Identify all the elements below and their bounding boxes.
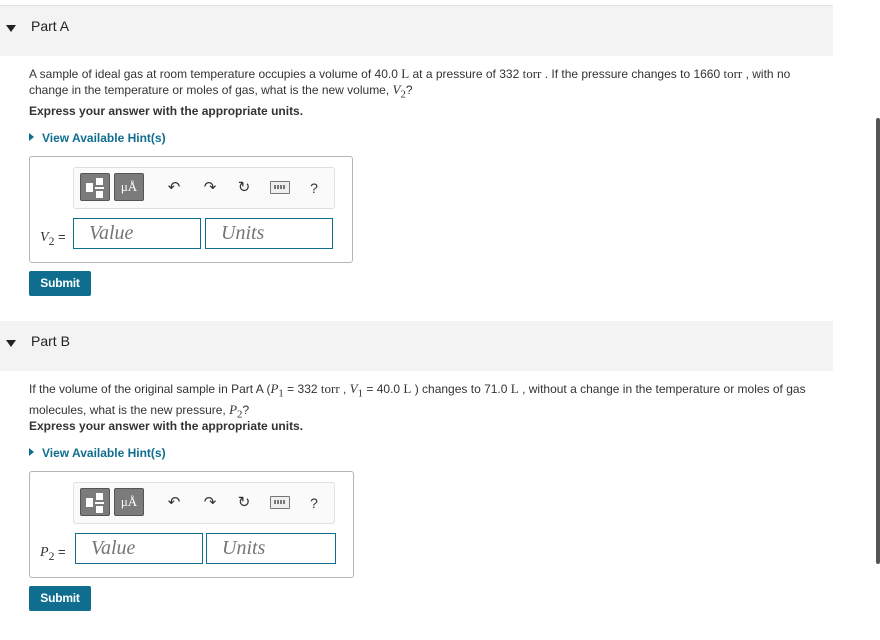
collapse-caret-icon[interactable] xyxy=(6,25,16,32)
reset-icon[interactable]: ↻ xyxy=(234,493,254,513)
part-a-question: A sample of ideal gas at room temperatur… xyxy=(29,66,791,101)
page-scrollbar[interactable] xyxy=(876,118,880,564)
part-a-toolbar: μÅ ↶ ↷ ↻ ? xyxy=(73,167,335,209)
reset-icon[interactable]: ↻ xyxy=(234,178,254,198)
units-input[interactable] xyxy=(206,533,336,564)
part-b-submit-button[interactable]: Submit xyxy=(29,586,91,611)
part-b-header[interactable]: Part B xyxy=(0,321,833,371)
part-a-answer-box: μÅ ↶ ↷ ↻ ? V2 = xyxy=(29,156,353,263)
value-input[interactable] xyxy=(75,533,203,564)
part-a-title: Part A xyxy=(31,18,70,34)
part-b-toolbar: μÅ ↶ ↷ ↻ ? xyxy=(73,482,335,524)
undo-icon[interactable]: ↶ xyxy=(164,493,184,513)
part-a-hint-link[interactable]: View Available Hint(s) xyxy=(29,131,166,145)
p2-label: P2 = xyxy=(40,544,66,563)
redo-icon[interactable]: ↷ xyxy=(200,493,220,513)
hint-triangle-icon xyxy=(29,133,34,141)
v2-label: V2 = xyxy=(40,229,66,248)
part-a-submit-button[interactable]: Submit xyxy=(29,271,91,296)
hint-triangle-icon xyxy=(29,448,34,456)
units-template-button[interactable]: μÅ xyxy=(114,173,144,201)
keyboard-icon[interactable] xyxy=(270,181,290,194)
undo-icon[interactable]: ↶ xyxy=(164,178,184,198)
part-a-instruction: Express your answer with the appropriate… xyxy=(29,104,304,118)
units-input[interactable] xyxy=(205,218,333,249)
help-icon[interactable]: ? xyxy=(304,493,324,513)
part-b-hint-link[interactable]: View Available Hint(s) xyxy=(29,446,166,460)
units-template-button[interactable]: μÅ xyxy=(114,488,144,516)
part-b-answer-box: μÅ ↶ ↷ ↻ ? P2 = xyxy=(29,471,354,578)
part-b-instruction: Express your answer with the appropriate… xyxy=(29,419,304,433)
value-input[interactable] xyxy=(73,218,201,249)
help-icon[interactable]: ? xyxy=(304,178,324,198)
part-a-header[interactable]: Part A xyxy=(0,6,833,56)
redo-icon[interactable]: ↷ xyxy=(200,178,220,198)
fraction-template-button[interactable] xyxy=(80,488,110,516)
part-b-title: Part B xyxy=(31,333,70,349)
keyboard-icon[interactable] xyxy=(270,496,290,509)
collapse-caret-icon[interactable] xyxy=(6,340,16,347)
part-b-question: If the volume of the original sample in … xyxy=(29,381,806,421)
fraction-template-button[interactable] xyxy=(80,173,110,201)
